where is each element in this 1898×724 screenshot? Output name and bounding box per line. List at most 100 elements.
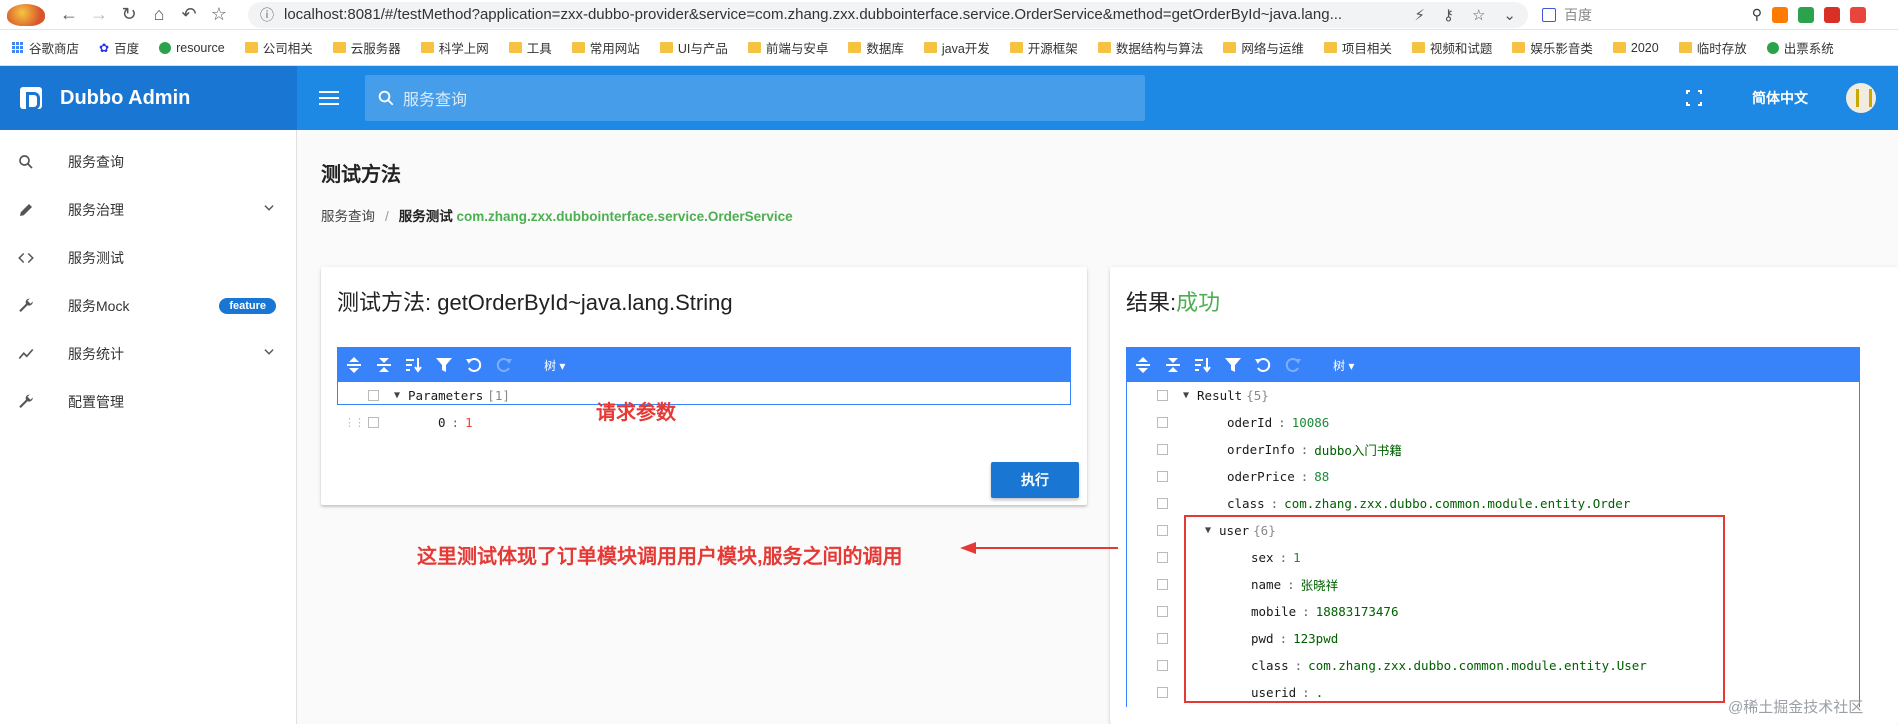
redo-icon[interactable]	[1283, 355, 1303, 375]
collapse-all-icon[interactable]	[374, 355, 394, 375]
row-menu-icon[interactable]	[1157, 606, 1168, 617]
browser-search-box[interactable]: 百度 ⚲	[1542, 2, 1762, 28]
row-menu-icon[interactable]	[1157, 552, 1168, 563]
redo-icon[interactable]	[494, 355, 514, 375]
expand-arrow-icon[interactable]: ▼	[1183, 390, 1189, 401]
bookmark-folder[interactable]: 网络与运维	[1223, 38, 1304, 57]
sidebar-item-service-statistics[interactable]: 服务统计	[0, 330, 296, 378]
fullscreen-icon[interactable]	[1685, 89, 1703, 107]
extension-icon[interactable]	[1772, 6, 1788, 23]
star-icon[interactable]: ☆	[206, 2, 232, 28]
undo-icon[interactable]	[464, 355, 484, 375]
home-icon[interactable]: ⌂	[146, 2, 172, 28]
bookmark-folder[interactable]: 项目相关	[1323, 38, 1392, 57]
row-menu-icon[interactable]	[1157, 444, 1168, 455]
expand-all-icon[interactable]	[1133, 355, 1153, 375]
bolt-icon[interactable]: ⚡	[1414, 6, 1425, 24]
row-menu-icon[interactable]	[368, 417, 379, 428]
row-menu-icon[interactable]	[1157, 417, 1168, 428]
bookmark-folder[interactable]: 视频和试题	[1411, 38, 1492, 57]
tree-row[interactable]: ⋮⋮ 0 : 1	[338, 409, 1070, 436]
execute-button[interactable]: 执行	[991, 462, 1079, 498]
row-menu-icon[interactable]	[1157, 633, 1168, 644]
tree-value[interactable]: 10086	[1292, 415, 1330, 430]
row-menu-icon[interactable]	[1157, 471, 1168, 482]
row-menu-icon[interactable]	[1157, 498, 1168, 509]
bookmark-folder[interactable]: java开发	[923, 38, 990, 57]
bookmark-folder[interactable]: UI与产品	[659, 38, 728, 57]
tree-value[interactable]: 1	[465, 415, 473, 430]
bookmark-item[interactable]: ✿ 百度	[99, 38, 139, 57]
bookmark-folder[interactable]: 科学上网	[420, 38, 489, 57]
sidebar-item-service-search[interactable]: 服务查询	[0, 138, 296, 186]
tree-value[interactable]: dubbo入门书籍	[1314, 440, 1402, 459]
browser-search-icon[interactable]: ⚲	[1752, 6, 1762, 23]
filter-icon[interactable]	[434, 355, 454, 375]
collapse-all-icon[interactable]	[1163, 355, 1183, 375]
bookmark-folder[interactable]: 云服务器	[332, 38, 401, 57]
undo-icon[interactable]	[1253, 355, 1273, 375]
menu-icon[interactable]	[319, 91, 345, 105]
brand[interactable]: Dubbo Admin	[0, 66, 297, 130]
drag-handle-icon[interactable]: ⋮⋮	[344, 416, 365, 429]
tree-row[interactable]: oderPrice : 88	[1127, 463, 1859, 490]
bookmark-folder[interactable]: 公司相关	[244, 38, 313, 57]
params-json-editor[interactable]: 树 ▾ ▼ Parameters [1] ⋮⋮ 0 : 1	[337, 347, 1071, 430]
tree-meta: {5}	[1246, 388, 1269, 403]
row-menu-icon[interactable]	[1157, 525, 1168, 536]
mode-selector[interactable]: 树 ▾	[1333, 357, 1354, 374]
row-menu-icon[interactable]	[368, 390, 379, 401]
tree-value[interactable]: 88	[1314, 469, 1329, 484]
reload-icon[interactable]: ↻	[116, 2, 142, 28]
bookmark-folder[interactable]: 常用网站	[571, 38, 640, 57]
browser-profile-icon[interactable]	[0, 0, 52, 30]
bookmark-folder[interactable]: 前端与安卓	[747, 38, 828, 57]
bookmark-folder[interactable]: 娱乐影音类	[1512, 38, 1593, 57]
row-menu-icon[interactable]	[1157, 579, 1168, 590]
sidebar-item-service-mock[interactable]: 服务Mock feature	[0, 282, 296, 330]
language-selector[interactable]: 简体中文	[1752, 88, 1808, 108]
bookmark-item[interactable]: 出票系统	[1766, 38, 1834, 57]
bookmark-star-icon[interactable]: ☆	[1472, 6, 1485, 24]
forward-icon[interactable]: →	[86, 2, 112, 28]
bookmark-folder[interactable]: 数据库	[848, 38, 904, 57]
sidebar-item-config-management[interactable]: 配置管理	[0, 378, 296, 426]
row-menu-icon[interactable]	[1157, 390, 1168, 401]
sidebar-item-service-governance[interactable]: 服务治理	[0, 186, 296, 234]
dropdown-icon[interactable]: ⌄	[1503, 6, 1516, 24]
key-icon[interactable]: ⚷	[1443, 6, 1454, 24]
tree-row[interactable]: ▼ Result {5}	[1127, 382, 1859, 409]
extension-icon[interactable]	[1850, 6, 1866, 23]
apps-shortcut[interactable]: 谷歌商店	[12, 38, 79, 57]
tree-row[interactable]: ▼ Parameters [1]	[338, 382, 1070, 409]
bookmark-folder[interactable]: 临时存放	[1678, 38, 1747, 57]
bookmark-folder[interactable]: 数据结构与算法	[1097, 38, 1203, 57]
tree-row[interactable]: orderInfo : dubbo入门书籍	[1127, 436, 1859, 463]
bookmark-folder[interactable]: 2020	[1612, 41, 1659, 55]
filter-icon[interactable]	[1223, 355, 1243, 375]
sort-icon[interactable]	[404, 355, 424, 375]
mode-selector[interactable]: 树 ▾	[544, 357, 565, 374]
extension-icon[interactable]	[1798, 6, 1814, 23]
row-menu-icon[interactable]	[1157, 687, 1168, 698]
expand-arrow-icon[interactable]: ▼	[394, 390, 400, 401]
editor-toolbar: 树 ▾	[1127, 348, 1859, 382]
back-icon[interactable]: ←	[56, 2, 82, 28]
avatar[interactable]	[1846, 83, 1876, 113]
tree-row[interactable]: oderId : 10086	[1127, 409, 1859, 436]
expand-all-icon[interactable]	[344, 355, 364, 375]
bookmark-folder[interactable]: 工具	[508, 38, 552, 57]
sort-icon[interactable]	[1193, 355, 1213, 375]
breadcrumb-home[interactable]: 服务查询	[321, 209, 375, 224]
address-bar[interactable]: ⓘ localhost:8081/#/testMethod?applicatio…	[248, 1, 1528, 28]
bookmark-folder[interactable]: 开源框架	[1009, 38, 1078, 57]
undo-icon[interactable]: ↶	[176, 2, 202, 28]
bookmark-item[interactable]: resource	[159, 41, 225, 55]
sidebar-item-service-test[interactable]: 服务测试	[0, 234, 296, 282]
tree-value[interactable]: com.zhang.zxx.dubbo.common.module.entity…	[1284, 496, 1630, 511]
tree-row[interactable]: class : com.zhang.zxx.dubbo.common.modul…	[1127, 490, 1859, 517]
service-search-input[interactable]: 服务查询	[365, 75, 1145, 121]
annotation-arrow-icon	[960, 542, 1118, 554]
extension-icon[interactable]	[1824, 6, 1840, 23]
row-menu-icon[interactable]	[1157, 660, 1168, 671]
